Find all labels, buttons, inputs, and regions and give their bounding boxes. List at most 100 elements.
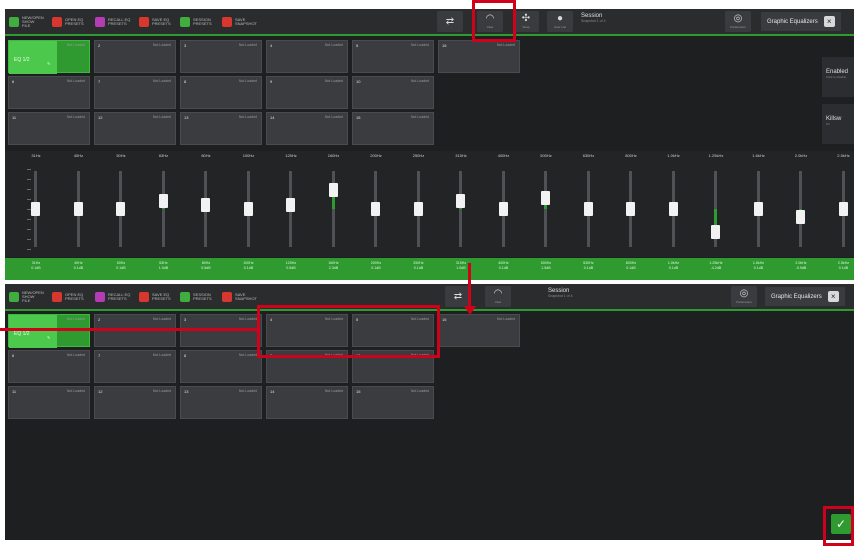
toolbar-item[interactable]: SAVE SNAPSHOT bbox=[222, 15, 257, 28]
eq-slot-tile[interactable]: 14 Not Loaded bbox=[266, 112, 348, 145]
fader-knob[interactable] bbox=[243, 202, 253, 216]
band-frequency-label: 125Hz bbox=[285, 153, 297, 158]
fader-knob[interactable] bbox=[711, 224, 720, 239]
view-caption: View bbox=[494, 300, 502, 304]
red-square-icon bbox=[222, 291, 232, 302]
toolbar-item-label: SAVE SNAPSHOT bbox=[235, 16, 258, 26]
fader-knob[interactable] bbox=[541, 190, 550, 205]
band-value-gain: 0.1dB bbox=[838, 266, 849, 270]
toolbar-item[interactable]: SESSION PRESETS bbox=[180, 290, 212, 303]
eq-slot-tile[interactable]: 12 Not Loaded bbox=[94, 112, 176, 145]
red-square-icon bbox=[52, 291, 62, 302]
eq-slot-tile[interactable]: 16 Not Loaded bbox=[438, 40, 520, 73]
fader-knob[interactable] bbox=[626, 202, 635, 216]
eq-slot-tile[interactable]: 4 Not Loaded bbox=[266, 40, 348, 73]
green-square-icon bbox=[9, 16, 19, 27]
scale-tick bbox=[27, 239, 31, 240]
toolbar-item[interactable]: RECALL EQ PRESETS bbox=[95, 290, 130, 303]
eq-slot-tile[interactable]: 11 Not Loaded bbox=[8, 112, 90, 145]
toolbar-item[interactable]: SAVE EQ PRESETS bbox=[139, 15, 171, 28]
enabled-toggle[interactable]: Enabled Click to disable bbox=[822, 57, 854, 97]
scale-tick bbox=[27, 179, 31, 180]
arrow-line bbox=[468, 263, 471, 311]
eq-slot-tile[interactable]: EQ 1/2 ✎ Not Loaded bbox=[8, 40, 90, 74]
toolbar-item[interactable]: OPEN EQ PRESETS bbox=[52, 15, 84, 28]
eq-slot-tile[interactable]: 12 Not Loaded bbox=[94, 386, 176, 419]
fader-knob[interactable] bbox=[116, 202, 125, 216]
eq-slot-tile[interactable]: 14 Not Loaded bbox=[266, 386, 348, 419]
fader-knob[interactable] bbox=[371, 202, 380, 216]
eq-slot-tile[interactable]: 7 Not Loaded bbox=[94, 76, 176, 109]
fader-track[interactable] bbox=[544, 171, 547, 247]
eq-slot-tile[interactable]: 7 Not Loaded bbox=[94, 350, 176, 383]
fader-knob[interactable] bbox=[286, 198, 295, 213]
eq-slot-tile[interactable]: 10 Not Loaded bbox=[352, 76, 434, 109]
eq-slot-tile[interactable]: 15 Not Loaded bbox=[352, 112, 434, 145]
band-value-cell: 80Hz 0.5dB bbox=[191, 261, 221, 271]
eq-slot-tile[interactable]: 9 Not Loaded bbox=[266, 76, 348, 109]
slot-status: Not Loaded bbox=[410, 43, 429, 47]
band-value-gain: 0.1dB bbox=[371, 266, 381, 270]
fader-knob[interactable] bbox=[158, 194, 168, 209]
band-frequency-label: 40Hz bbox=[73, 153, 84, 158]
eq-slot-tile[interactable]: 6 Not Loaded bbox=[8, 350, 90, 383]
fader-knob[interactable] bbox=[456, 194, 465, 209]
fader-knob[interactable] bbox=[31, 202, 40, 216]
eq-slot-tile[interactable]: 13 Not Loaded bbox=[180, 386, 262, 419]
eq-slot-tile[interactable]: 13 Not Loaded bbox=[180, 112, 262, 145]
band-value-gain: 0.1dB bbox=[498, 266, 509, 270]
edit-icon: ✎ bbox=[47, 335, 51, 340]
red-square-icon bbox=[139, 291, 149, 302]
fader-knob[interactable] bbox=[583, 202, 593, 216]
close-icon[interactable]: × bbox=[827, 291, 839, 302]
killswitch-toggle[interactable]: Killsw On bbox=[822, 104, 854, 144]
slot-number: 11 bbox=[12, 115, 17, 120]
toolbar-item[interactable]: OPEN EQ PRESETS bbox=[52, 290, 84, 303]
toolbar-item[interactable]: SESSION PRESETS bbox=[180, 15, 212, 28]
band-value-cell: 1.0kHz 0.1dB bbox=[659, 261, 689, 271]
eq-slot-tile[interactable]: 2 Not Loaded bbox=[94, 40, 176, 73]
toolbar-item[interactable]: NEW/OPEN SHOW FILE bbox=[9, 15, 44, 28]
fader-knob[interactable] bbox=[753, 202, 763, 216]
toolbar-item[interactable]: SAVE SNAPSHOT bbox=[222, 290, 257, 303]
eq-slot-tile[interactable]: 16 Not Loaded bbox=[438, 314, 520, 347]
view-button[interactable]: ◠ View bbox=[485, 286, 511, 307]
settings-button[interactable]: ◎ Parameters bbox=[731, 286, 757, 307]
fader-knob[interactable] bbox=[73, 202, 83, 216]
band-value-cell: 400Hz 0.1dB bbox=[489, 261, 519, 271]
link-button[interactable]: ⇄ bbox=[437, 11, 463, 32]
fader-track[interactable] bbox=[459, 171, 462, 247]
settings-button[interactable]: ◎ Parameters bbox=[725, 11, 751, 32]
eq-slot-tile[interactable]: 5 Not Loaded bbox=[352, 40, 434, 73]
highlight-view-button bbox=[472, 0, 516, 42]
toolbar-item[interactable]: SAVE EQ PRESETS bbox=[139, 290, 171, 303]
slot-status: Not Loaded bbox=[238, 43, 257, 47]
snap-button[interactable]: ✣ Snap bbox=[513, 11, 539, 32]
band-frequency-label: 1.6kHz bbox=[752, 153, 765, 158]
fader-knob[interactable] bbox=[796, 209, 805, 224]
toolbar-item[interactable]: RECALL EQ PRESETS bbox=[95, 15, 130, 28]
fader-knob[interactable] bbox=[838, 202, 848, 216]
fader-knob[interactable] bbox=[201, 198, 210, 213]
eq-slot-tile[interactable]: 15 Not Loaded bbox=[352, 386, 434, 419]
band-frequency-label: 2.0kHz bbox=[794, 153, 808, 158]
eq-slot-tile[interactable]: 8 Not Loaded bbox=[180, 76, 262, 109]
eq-slot-tile[interactable]: 3 Not Loaded bbox=[180, 40, 262, 73]
toolbar-item[interactable]: NEW/OPEN SHOW FILE bbox=[9, 290, 44, 303]
slot-number: 9 bbox=[270, 79, 273, 84]
user-button[interactable]: ● User List bbox=[547, 11, 573, 32]
band-value-cell: 315Hz 1.0dB bbox=[446, 261, 476, 271]
fader-knob[interactable] bbox=[413, 202, 423, 216]
fader-track[interactable] bbox=[161, 171, 165, 247]
user-icon: ● bbox=[556, 13, 564, 24]
edit-icon: ✎ bbox=[47, 61, 51, 66]
slot-status: Not Loaded bbox=[152, 79, 171, 83]
fader-knob[interactable] bbox=[328, 183, 338, 197]
close-icon[interactable]: × bbox=[823, 16, 835, 27]
eq-slot-tile[interactable]: 8 Not Loaded bbox=[180, 350, 262, 383]
fader-knob[interactable] bbox=[668, 202, 678, 216]
eq-slot-tile[interactable]: 11 Not Loaded bbox=[8, 386, 90, 419]
band-value-cell: 1.25kHz -4.2dB bbox=[701, 261, 731, 271]
eq-slot-tile[interactable]: 6 Not Loaded bbox=[8, 76, 90, 109]
fader-knob[interactable] bbox=[498, 202, 508, 216]
